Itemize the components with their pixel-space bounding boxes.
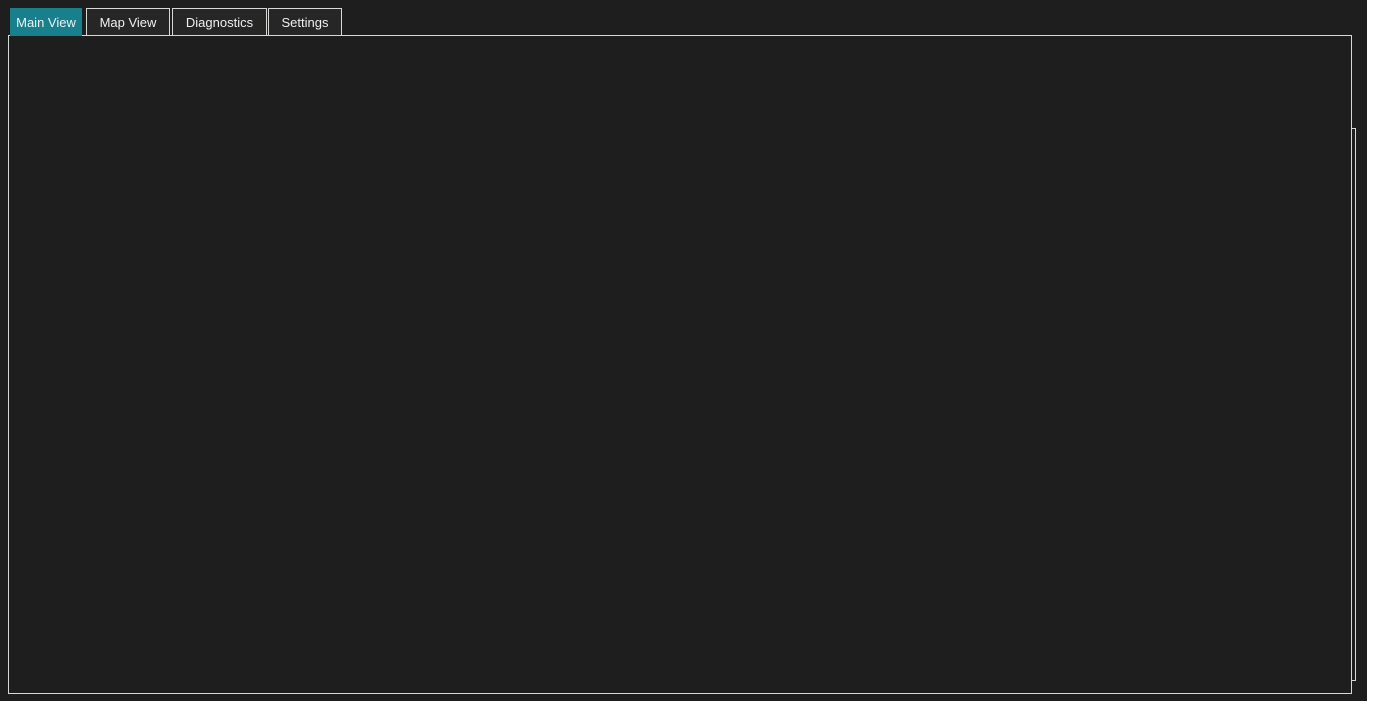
tab-main-view[interactable]: Main View (10, 8, 82, 36)
app-window: Main View Map View Diagnostics Settings … (0, 0, 1367, 701)
tab-page-frame (8, 35, 1352, 694)
